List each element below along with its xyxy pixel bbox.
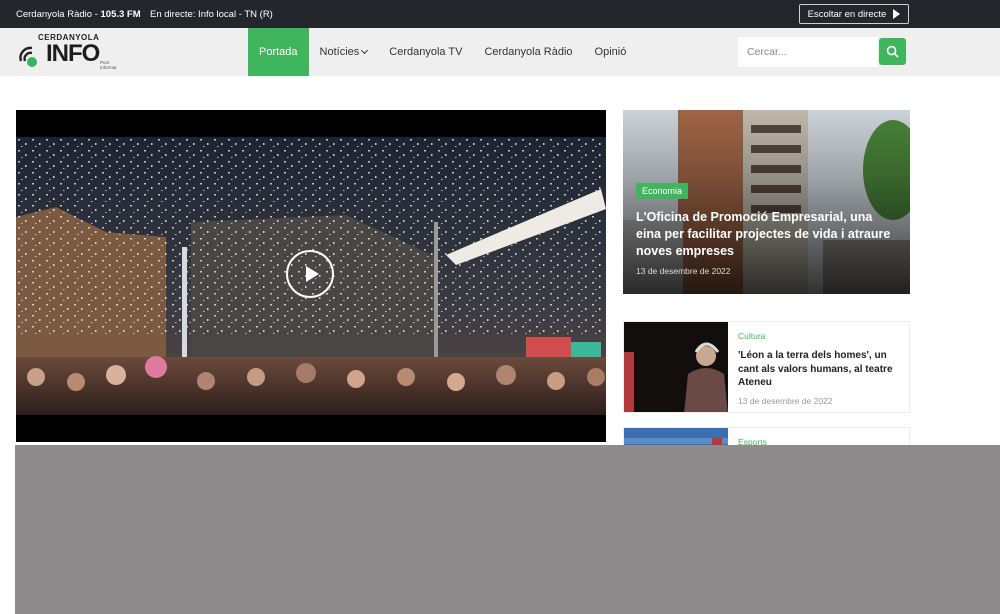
featured-article-date: 13 de desembre de 2022 [636, 266, 731, 276]
article-thumbnail [624, 322, 728, 412]
logo-main-text: INFO [46, 40, 100, 67]
featured-article[interactable]: Economia L'Oficina de Promoció Empresari… [623, 110, 910, 294]
featured-article-title[interactable]: L'Oficina de Promoció Empresarial, una e… [636, 209, 898, 260]
nav-item-opinio[interactable]: Opinió [584, 28, 638, 76]
radio-topbar: Cerdanyola Ràdio - 105.3 FM En directe: … [0, 0, 1000, 28]
category-badge[interactable]: Economia [636, 183, 689, 199]
play-icon [893, 9, 901, 19]
search-button[interactable] [879, 38, 906, 65]
nav-label: Cerdanyola Ràdio [484, 46, 573, 58]
article-date: 13 de desembre de 2022 [738, 396, 833, 406]
article-category[interactable]: Cultura [738, 331, 765, 341]
site-logo[interactable]: CERDANYOLA INFO Punt Informat [16, 32, 126, 72]
nav-label: Notícies [319, 46, 360, 58]
search-icon [886, 45, 899, 58]
nav-label: Cerdanyola TV [389, 46, 463, 58]
article-title[interactable]: 'Léon a la terra dels homes', un cant al… [738, 349, 904, 390]
site-header: CERDANYOLA INFO Punt Informat Portada No… [0, 28, 1000, 76]
listen-live-button[interactable]: Escoltar en directe [799, 4, 909, 24]
chevron-down-icon [361, 46, 369, 54]
search-input[interactable] [738, 37, 878, 67]
nav-item-cerdanyola-radio[interactable]: Cerdanyola Ràdio [473, 28, 583, 76]
listen-live-label: Escoltar en directe [807, 8, 887, 20]
logo-dot-icon [27, 57, 37, 67]
article-card[interactable]: Cultura 'Léon a la terra dels homes', un… [623, 321, 910, 413]
live-program: En directe: Info local - TN (R) [150, 9, 273, 20]
play-icon [305, 266, 319, 282]
logo-tagline: Punt Informat [100, 60, 117, 70]
main-nav: Portada Notícies Cerdanyola TV Cerdanyol… [248, 28, 637, 76]
nav-label: Portada [259, 46, 298, 58]
gray-overlay [15, 445, 1000, 614]
nav-item-noticies[interactable]: Notícies [309, 28, 379, 76]
nav-label: Opinió [594, 46, 627, 58]
nav-item-cerdanyola-tv[interactable]: Cerdanyola TV [378, 28, 473, 76]
nav-item-portada[interactable]: Portada [248, 28, 309, 76]
radio-station: Cerdanyola Ràdio - 105.3 FM [16, 9, 141, 20]
featured-video[interactable] [16, 110, 606, 442]
play-video-button[interactable] [286, 250, 334, 298]
